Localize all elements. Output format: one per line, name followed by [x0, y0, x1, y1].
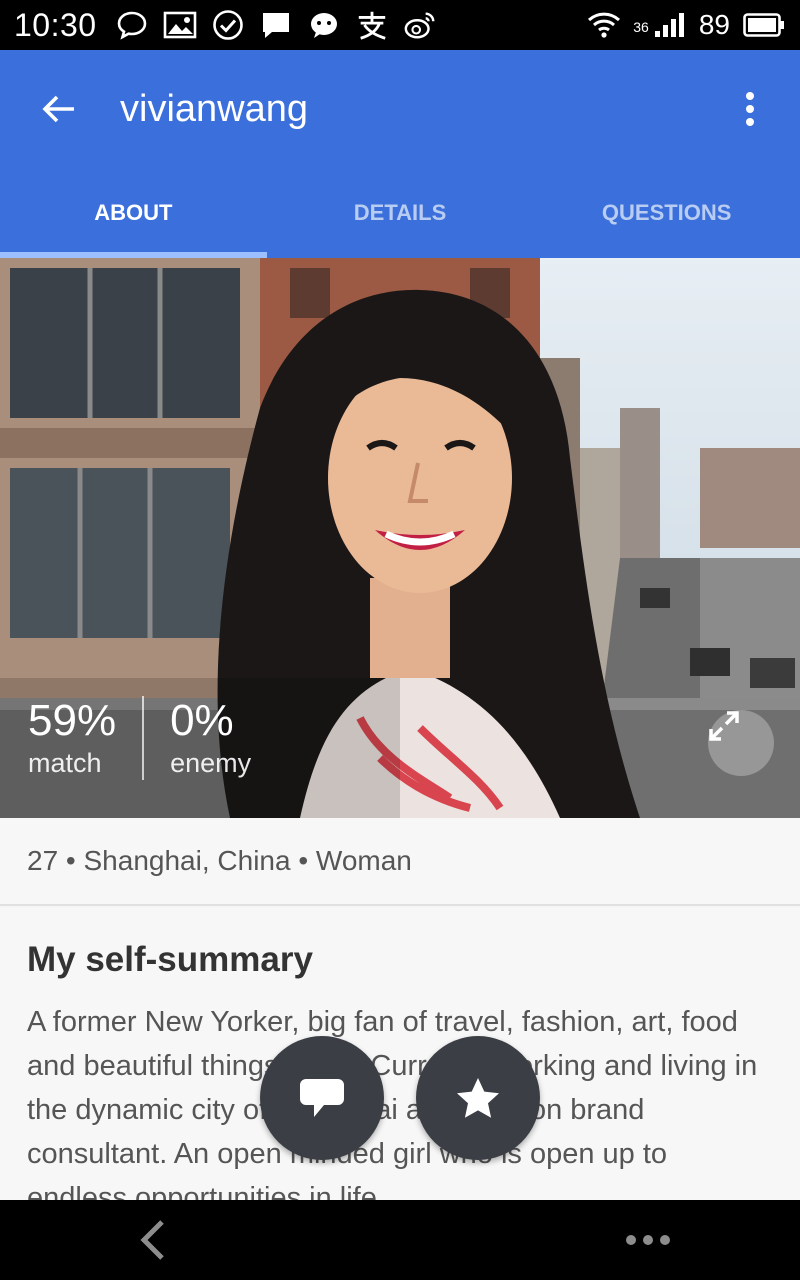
more-vertical-icon	[746, 92, 754, 126]
weibo-icon	[403, 9, 437, 41]
tab-about[interactable]: ABOUT	[0, 168, 267, 258]
battery-level: 89	[698, 9, 730, 40]
alipay-icon	[355, 9, 389, 41]
message-bubble-icon	[300, 1079, 344, 1117]
app-bar: vivianwang ABOUT DETAILS QUESTIONS	[0, 50, 800, 258]
tab-bar: ABOUT DETAILS QUESTIONS	[0, 168, 800, 258]
chevron-left-icon	[140, 1220, 164, 1260]
status-time: 10:30	[14, 6, 97, 43]
stats-divider	[142, 696, 145, 780]
tab-details[interactable]: DETAILS	[267, 168, 534, 258]
overflow-menu-button[interactable]	[728, 87, 772, 131]
notification-icons	[115, 9, 437, 41]
arrow-back-icon	[42, 95, 74, 123]
favorite-button[interactable]	[416, 1036, 540, 1160]
more-horizontal-icon	[626, 1235, 670, 1245]
profile-info-line: 27 • Shanghai, China • Woman	[0, 818, 800, 906]
match-stats: 59% match 0% enemy	[28, 696, 251, 780]
back-button[interactable]	[36, 87, 80, 131]
image-icon	[163, 9, 197, 41]
self-summary-text: A former New Yorker, big fan of travel, …	[27, 1006, 758, 1200]
navigation-bar	[0, 1200, 800, 1280]
nav-back-button[interactable]	[130, 1216, 174, 1264]
expand-icon	[709, 711, 739, 741]
tab-questions[interactable]: QUESTIONS	[533, 168, 800, 258]
system-status: 36 89	[587, 9, 786, 41]
page-title: vivianwang	[120, 87, 308, 130]
star-icon	[457, 1078, 499, 1118]
enemy-label: enemy	[170, 748, 252, 778]
expand-photo-button[interactable]	[708, 710, 774, 776]
profile-photo[interactable]: 59% match 0% enemy	[0, 258, 800, 818]
match-label: match	[28, 748, 102, 778]
nav-more-button[interactable]	[620, 1220, 676, 1260]
signal-icon	[653, 9, 687, 41]
message-icon	[259, 9, 293, 41]
status-bar: 10:30 36 89	[0, 0, 800, 50]
message-button[interactable]	[260, 1036, 384, 1160]
match-percentage: 59%	[28, 696, 117, 745]
wechat-icon	[307, 9, 341, 41]
network-type: 36	[633, 19, 649, 35]
self-summary-heading: My self-summary	[27, 940, 313, 979]
chat-bubble-icon	[115, 9, 149, 41]
enemy-percentage: 0%	[170, 696, 234, 745]
enemy-stat: 0% enemy	[170, 696, 251, 780]
battery-icon	[742, 9, 786, 41]
self-summary-section: My self-summary A former New Yorker, big…	[0, 908, 800, 1200]
match-stat: 59% match	[28, 696, 116, 780]
wifi-icon	[587, 9, 621, 41]
check-circle-icon	[211, 9, 245, 41]
